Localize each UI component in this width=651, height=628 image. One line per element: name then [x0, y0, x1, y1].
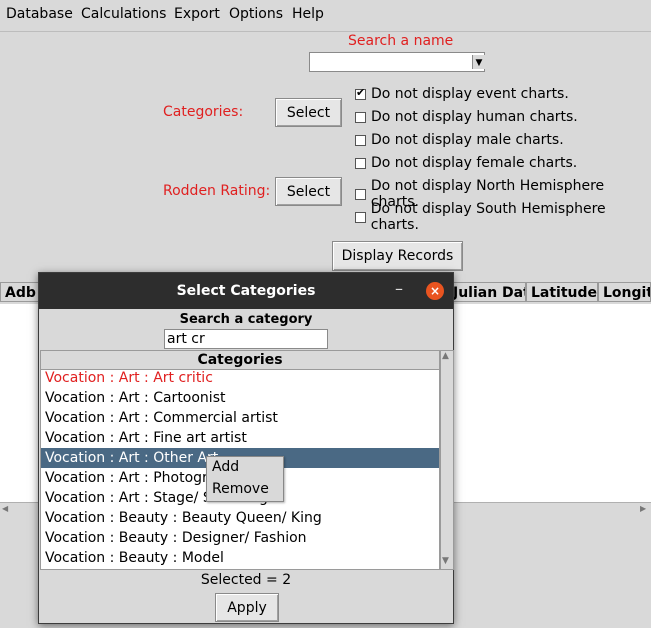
apply-button[interactable]: Apply	[215, 593, 279, 622]
checkbox-label: Do not display South Hemisphere charts.	[370, 201, 606, 233]
checkbox-label: Do not display female charts.	[371, 155, 578, 171]
list-item[interactable]: Vocation : Art : Art critic	[41, 368, 439, 388]
list-item[interactable]: Vocation : Beauty : Beauty Queen/ King	[41, 508, 439, 528]
context-menu: Add Remove	[206, 456, 284, 502]
checkbox-box[interactable]	[355, 86, 366, 100]
search-name-label: Search a name	[348, 33, 454, 49]
column-header-latitude[interactable]: Latitude	[526, 282, 598, 302]
checkbox-human-charts[interactable]: Do not display human charts.	[355, 109, 578, 125]
menu-separator	[0, 31, 651, 32]
checkbox-label: Do not display male charts.	[371, 132, 564, 148]
checkbox-box[interactable]	[355, 157, 366, 169]
minimize-icon[interactable]: –	[395, 279, 403, 298]
dialog-title-bar[interactable]: Select Categories – ×	[39, 273, 453, 309]
rodden-rating-label: Rodden Rating:	[163, 183, 271, 199]
list-item[interactable]: Vocation : Art : Fine art artist	[41, 428, 439, 448]
checkbox-box[interactable]	[355, 111, 366, 123]
checkbox-box[interactable]	[355, 188, 366, 200]
checkbox-south-hemisphere[interactable]: Do not display South Hemisphere charts.	[355, 201, 651, 233]
checkbox-male-charts[interactable]: Do not display male charts.	[355, 132, 564, 148]
checkbox-box[interactable]	[355, 211, 366, 223]
column-header-adb[interactable]: Adb	[0, 282, 40, 302]
menu-options[interactable]: Options	[229, 6, 283, 22]
checkbox-label: Do not display human charts.	[371, 109, 578, 125]
dialog-title: Select Categories	[176, 283, 316, 299]
display-records-button[interactable]: Display Records	[332, 241, 463, 271]
selected-count: Selected = 2	[200, 572, 292, 588]
list-item[interactable]: Vocation : Beauty : Designer/ Fashion	[41, 528, 439, 548]
menu-help[interactable]: Help	[292, 6, 324, 22]
checkbox-label: Do not display event charts.	[371, 86, 569, 102]
close-icon[interactable]: ×	[426, 282, 444, 300]
categories-select-button[interactable]: Select	[275, 98, 342, 127]
context-menu-remove[interactable]: Remove	[212, 481, 269, 497]
rodden-select-button[interactable]: Select	[275, 177, 342, 206]
column-header-longitude[interactable]: Longitu	[598, 282, 651, 302]
list-item[interactable]: Vocation : Beauty : Model	[41, 548, 439, 568]
search-category-label: Search a category	[179, 312, 313, 327]
vertical-scrollbar[interactable]: ▲ ▼	[440, 350, 454, 570]
select-categories-dialog: Select Categories – × Search a category …	[38, 272, 454, 624]
chevron-down-icon[interactable]: ▼	[472, 55, 485, 69]
list-item[interactable]: Vocation : Art : Cartoonist	[41, 388, 439, 408]
scroll-up-icon[interactable]: ▲	[442, 351, 449, 361]
checkbox-event-charts[interactable]: Do not display event charts.	[355, 86, 569, 102]
menu-export[interactable]: Export	[174, 6, 220, 22]
scroll-left-icon[interactable]: ◀	[2, 504, 8, 513]
checkbox-female-charts[interactable]: Do not display female charts.	[355, 155, 577, 171]
context-menu-add[interactable]: Add	[212, 459, 239, 475]
search-name-combobox[interactable]: ▼	[309, 52, 485, 72]
column-header-julian-date[interactable]: Julian Dat	[448, 282, 526, 302]
categories-label: Categories:	[163, 104, 244, 120]
scroll-right-icon[interactable]: ▶	[640, 504, 646, 513]
menu-calculations[interactable]: Calculations	[81, 6, 166, 22]
scroll-down-icon[interactable]: ▼	[442, 556, 449, 566]
search-category-input[interactable]: art cr	[164, 329, 328, 349]
checkbox-box[interactable]	[355, 134, 366, 146]
menu-bar: Database Calculations Export Options Hel…	[0, 0, 651, 28]
list-item[interactable]: Vocation : Art : Commercial artist	[41, 408, 439, 428]
menu-database[interactable]: Database	[6, 6, 73, 22]
